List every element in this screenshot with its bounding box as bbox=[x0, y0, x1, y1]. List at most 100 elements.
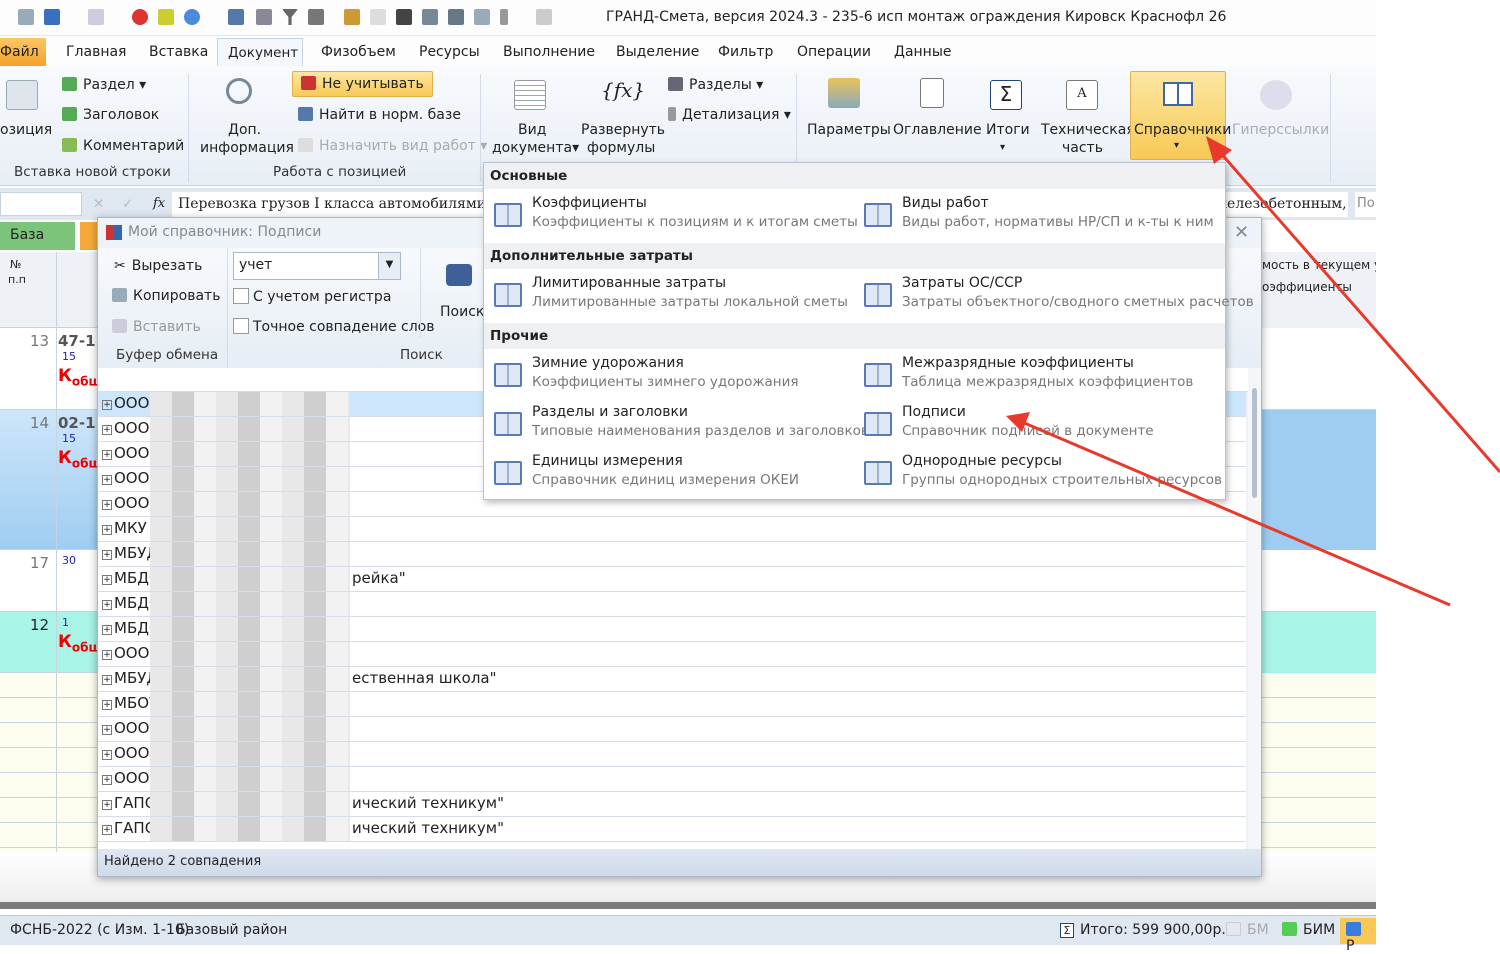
confirm-icon[interactable]: ✓ bbox=[122, 196, 133, 212]
expand-icon[interactable]: + bbox=[102, 625, 112, 635]
tree-icon[interactable] bbox=[536, 9, 552, 25]
table-row[interactable]: 12 1 Кобщ bbox=[0, 612, 102, 673]
assign-work-button[interactable]: Назначить вид работ ▾ bbox=[298, 138, 487, 154]
calc-icon[interactable] bbox=[256, 9, 272, 25]
list-item[interactable]: + ГАПО ический техникум" bbox=[98, 817, 1246, 842]
expand-formulas-button[interactable]: Развернуть bbox=[581, 122, 665, 138]
open-icon[interactable] bbox=[158, 9, 174, 25]
expand-icon[interactable]: + bbox=[102, 525, 112, 535]
expand-icon[interactable]: + bbox=[102, 650, 112, 660]
table-row[interactable]: 17 30 bbox=[0, 550, 98, 612]
menu-item[interactable]: Подписи Справочник подписей в документе bbox=[854, 400, 1224, 446]
tab-operations[interactable]: Операции bbox=[797, 44, 871, 60]
detail-button[interactable]: Детализация ▾ bbox=[668, 107, 791, 123]
back-icon[interactable] bbox=[184, 9, 200, 25]
redo-icon[interactable] bbox=[88, 9, 104, 25]
scrollbar-thumb[interactable] bbox=[1252, 388, 1257, 498]
name-box[interactable] bbox=[0, 192, 82, 216]
list-item[interactable]: + МБУД ественная школа" bbox=[98, 667, 1246, 692]
chevron-down-icon[interactable]: ▼ bbox=[378, 253, 400, 279]
expand-icon[interactable]: + bbox=[102, 450, 112, 460]
r-toggle[interactable]: Р bbox=[1340, 918, 1376, 954]
expand-icon[interactable]: + bbox=[102, 725, 112, 735]
expand-icon[interactable]: + bbox=[102, 800, 112, 810]
ignore-button[interactable]: Не учитывать bbox=[292, 71, 433, 97]
search-button[interactable]: Поиск bbox=[440, 304, 484, 320]
case-checkbox[interactable]: С учетом регистра bbox=[233, 288, 391, 305]
sections-button[interactable]: Разделы ▾ bbox=[668, 77, 763, 93]
cut-button[interactable]: ✂ Вырезать bbox=[114, 258, 202, 274]
totals-button[interactable]: Итоги ▾ bbox=[986, 122, 1030, 154]
menu-item[interactable]: Единицы измерения Справочник единиц измер… bbox=[484, 449, 854, 495]
menu-item[interactable]: Однородные ресурсы Группы однородных стро… bbox=[854, 449, 1224, 495]
list-item[interactable]: + ООО bbox=[98, 717, 1246, 742]
list-item[interactable]: + ООО bbox=[98, 642, 1246, 667]
tab-selection[interactable]: Выделение bbox=[616, 44, 699, 60]
tab-home[interactable]: Главная bbox=[66, 44, 126, 60]
expand-icon[interactable]: + bbox=[102, 575, 112, 585]
insert-position-button[interactable]: озиция bbox=[0, 122, 52, 138]
expand-icon[interactable]: + bbox=[102, 600, 112, 610]
cancel-icon[interactable]: ✕ bbox=[93, 196, 104, 212]
splitter[interactable] bbox=[0, 902, 1376, 909]
split-icon[interactable] bbox=[500, 9, 508, 25]
text-icon[interactable] bbox=[448, 9, 464, 25]
tab-execution[interactable]: Выполнение bbox=[503, 44, 595, 60]
search-input[interactable]: учет ▼ bbox=[233, 252, 401, 280]
filter-icon[interactable] bbox=[282, 9, 298, 25]
menu-item[interactable]: Виды работ Виды работ, нормативы НР/СП и … bbox=[854, 191, 1224, 237]
save-icon[interactable] bbox=[18, 9, 34, 25]
menu-item[interactable]: Разделы и заголовки Типовые наименования … bbox=[484, 400, 869, 446]
tool-icon[interactable] bbox=[370, 9, 386, 25]
expand-icon[interactable]: + bbox=[102, 500, 112, 510]
undo-icon[interactable] bbox=[44, 9, 60, 25]
paste-button[interactable]: Вставить bbox=[112, 319, 201, 335]
expand-icon[interactable]: + bbox=[102, 400, 112, 410]
expand-icon[interactable]: + bbox=[102, 775, 112, 785]
tab-insert[interactable]: Вставка bbox=[149, 44, 208, 60]
references-button[interactable]: Справочники ▾ bbox=[1130, 71, 1231, 160]
list-item[interactable]: + МКУ ' bbox=[98, 517, 1246, 542]
percent-icon[interactable] bbox=[474, 9, 490, 25]
expand-icon[interactable]: + bbox=[102, 700, 112, 710]
list-item[interactable]: + МБДС bbox=[98, 592, 1246, 617]
menu-item[interactable]: Зимние удорожания Коэффициенты зимнего уд… bbox=[484, 351, 854, 397]
hyperlinks-button[interactable]: Гиперссылки bbox=[1232, 122, 1329, 138]
tab-volume[interactable]: Физобъем bbox=[321, 44, 396, 60]
exact-checkbox[interactable]: Точное совпадение слов bbox=[233, 318, 435, 335]
menu-item[interactable]: Коэффициенты Коэффициенты к позициям и к … bbox=[484, 191, 858, 237]
list-item[interactable]: + ООО bbox=[98, 742, 1246, 767]
doc-icon[interactable] bbox=[422, 9, 438, 25]
tab-resources[interactable]: Ресурсы bbox=[419, 44, 480, 60]
right-field[interactable]: По bbox=[1355, 192, 1376, 217]
bim-toggle[interactable]: БИМ bbox=[1282, 922, 1335, 938]
list-item[interactable]: + МБДС рейка" bbox=[98, 567, 1246, 592]
list-item[interactable]: + МБДС bbox=[98, 617, 1246, 642]
list-item[interactable]: + ООО bbox=[98, 767, 1246, 792]
expand-icon[interactable]: + bbox=[102, 675, 112, 685]
menu-item[interactable]: Лимитированные затраты Лимитированные зат… bbox=[484, 271, 854, 317]
tab-filter[interactable]: Фильтр bbox=[718, 44, 773, 60]
tab-data[interactable]: Данные bbox=[894, 44, 952, 60]
heading-button[interactable]: Заголовок bbox=[62, 107, 159, 123]
section-button[interactable]: Раздел ▾ bbox=[62, 77, 146, 93]
doc-view-button[interactable]: Вид bbox=[518, 122, 546, 138]
list-item[interactable]: + ГАПО ический техникум" bbox=[98, 792, 1246, 817]
table-row[interactable]: 14 02-1 15 Кобщ bbox=[0, 410, 102, 550]
menu-item[interactable]: Межразрядные коэффициенты Таблица межразр… bbox=[854, 351, 1224, 397]
tab-document[interactable]: Документ bbox=[217, 38, 303, 68]
expand-icon[interactable]: + bbox=[102, 425, 112, 435]
rows-icon[interactable] bbox=[308, 9, 324, 25]
table-row[interactable]: 13 47-1 15 Кобщ bbox=[0, 328, 102, 410]
list-item[interactable]: + МБУД bbox=[98, 542, 1246, 567]
expand-icon[interactable]: + bbox=[102, 825, 112, 835]
tab-base[interactable]: База bbox=[0, 222, 75, 250]
bm-toggle[interactable]: БМ bbox=[1226, 922, 1269, 938]
parameters-button[interactable]: Параметры bbox=[807, 122, 891, 138]
close-icon[interactable]: ✕ bbox=[1234, 222, 1249, 243]
tab-file[interactable]: Файл bbox=[0, 38, 46, 67]
expand-icon[interactable]: + bbox=[102, 750, 112, 760]
tech-part-button[interactable]: Техническая bbox=[1041, 122, 1135, 138]
expand-icon[interactable]: + bbox=[102, 550, 112, 560]
expand-icon[interactable]: + bbox=[102, 475, 112, 485]
